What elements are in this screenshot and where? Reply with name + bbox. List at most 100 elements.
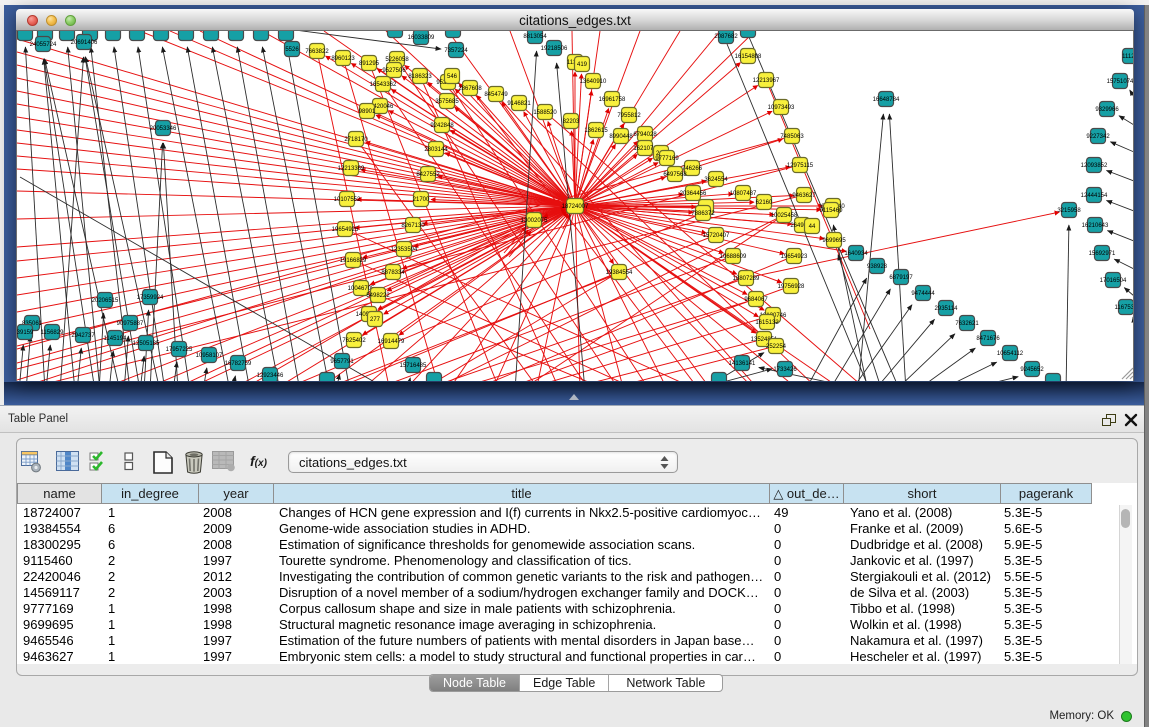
svg-text:12444154: 12444154: [1081, 193, 1108, 199]
svg-text:2718170: 2718170: [344, 137, 368, 143]
svg-text:8471676: 8471676: [976, 336, 1000, 342]
svg-text:17957225: 17957225: [166, 347, 193, 353]
svg-text:9657791: 9657791: [330, 359, 354, 365]
svg-text:9527506: 9527506: [382, 68, 406, 74]
svg-text:24055724: 24055724: [30, 42, 57, 48]
svg-text:277: 277: [370, 317, 381, 323]
svg-text:12505185: 12505185: [133, 341, 160, 347]
svg-text:8960123: 8960123: [331, 56, 355, 62]
svg-text:15720407: 15720407: [703, 233, 730, 239]
svg-text:9242848: 9242848: [430, 123, 454, 129]
svg-text:9329966: 9329966: [1095, 107, 1119, 113]
svg-text:7663822: 7663822: [305, 49, 329, 55]
svg-text:7357224: 7357224: [444, 48, 468, 54]
svg-text:2942737: 2942737: [71, 333, 95, 339]
svg-text:419: 419: [577, 62, 588, 68]
svg-text:10107552: 10107552: [334, 197, 361, 203]
svg-text:9146821: 9146821: [507, 101, 531, 107]
svg-text:16543362: 16543362: [370, 82, 397, 88]
svg-text:8990448: 8990448: [609, 134, 633, 140]
svg-text:19654923: 19654923: [781, 254, 808, 260]
svg-text:1640934: 1640934: [844, 251, 868, 257]
svg-text:98901: 98901: [359, 109, 376, 115]
svg-text:8186323: 8186323: [408, 74, 432, 80]
svg-text:18724007: 18724007: [562, 204, 589, 210]
svg-text:19218506: 19218506: [541, 46, 568, 52]
svg-text:39159: 39159: [17, 330, 34, 336]
svg-text:62160: 62160: [756, 200, 773, 206]
svg-text:9474444: 9474444: [911, 291, 935, 297]
svg-text:6879197: 6879197: [889, 275, 913, 281]
svg-text:15751074: 15751074: [1107, 79, 1133, 85]
svg-text:8813054: 8813054: [523, 34, 547, 40]
svg-text:12213369: 12213369: [338, 166, 365, 172]
svg-text:5498222: 5498222: [366, 293, 390, 299]
svg-text:5526: 5526: [285, 47, 299, 53]
svg-text:90975887: 90975887: [117, 321, 144, 327]
svg-text:252254: 252254: [766, 344, 787, 350]
svg-text:9115460: 9115460: [820, 208, 844, 214]
svg-text:10688609: 10688609: [720, 254, 747, 260]
svg-text:9227342: 9227342: [1086, 134, 1110, 140]
svg-text:7886372: 7886372: [691, 211, 715, 217]
svg-text:16033809: 16033809: [408, 35, 435, 41]
svg-text:20206515: 20206515: [92, 298, 119, 304]
svg-text:3575685: 3575685: [435, 99, 459, 105]
svg-text:8454749: 8454749: [484, 92, 508, 98]
svg-text:1156829: 1156829: [41, 330, 65, 336]
svg-text:19654925: 19654925: [332, 227, 359, 233]
svg-text:12975115: 12975115: [787, 163, 814, 169]
svg-text:7955812: 7955812: [617, 113, 641, 119]
svg-text:82203: 82203: [563, 119, 580, 125]
svg-text:1733426: 1733426: [773, 367, 797, 373]
svg-text:19756928: 19756928: [778, 284, 805, 290]
svg-text:7625402: 7625402: [342, 338, 366, 344]
svg-text:19166829: 19166829: [340, 258, 367, 264]
svg-text:1145194: 1145194: [104, 336, 128, 342]
svg-text:12353594: 12353594: [391, 247, 418, 253]
svg-text:9463627: 9463627: [792, 193, 816, 199]
svg-text:13002075: 13002075: [521, 218, 548, 224]
svg-text:9699695: 9699695: [822, 238, 846, 244]
svg-text:16782759: 16782759: [225, 361, 252, 367]
svg-text:891295: 891295: [359, 61, 380, 67]
svg-text:8878334: 8878334: [381, 270, 405, 276]
svg-text:20691406: 20691406: [71, 40, 98, 46]
svg-text:6497568: 6497568: [663, 172, 687, 178]
svg-text:10958107: 10958107: [196, 353, 223, 359]
svg-text:7485063: 7485063: [780, 134, 804, 140]
svg-text:7632621: 7632621: [955, 321, 979, 327]
svg-text:13640910: 13640910: [580, 79, 607, 85]
svg-text:17359924: 17359924: [137, 295, 164, 301]
svg-text:15716485: 15716485: [400, 363, 427, 369]
svg-text:16914479: 16914479: [378, 339, 405, 345]
svg-text:16961758: 16961758: [599, 97, 626, 103]
svg-text:1362615: 1362615: [584, 128, 608, 134]
svg-text:20364456: 20364456: [680, 191, 707, 197]
svg-text:10654112: 10654112: [997, 351, 1024, 357]
svg-text:2087682: 2087682: [714, 34, 738, 40]
svg-text:12213967: 12213967: [753, 78, 780, 84]
svg-text:1167533: 1167533: [1115, 305, 1133, 311]
svg-text:19384554: 19384554: [606, 270, 633, 276]
svg-text:17016504: 17016504: [1100, 278, 1127, 284]
svg-text:10973493: 10973493: [768, 105, 795, 111]
svg-text:9777169: 9777169: [655, 156, 679, 162]
svg-text:8427552: 8427552: [416, 172, 440, 178]
svg-text:2803144: 2803144: [424, 147, 448, 153]
svg-text:21700: 21700: [413, 197, 430, 203]
svg-text:20053346: 20053346: [150, 126, 177, 132]
svg-text:14136141: 14136141: [729, 361, 756, 367]
svg-text:1615132: 1615132: [755, 320, 779, 326]
svg-text:16648784: 16648784: [873, 97, 900, 103]
svg-text:938928: 938928: [867, 264, 888, 270]
svg-text:16210643: 16210643: [1082, 223, 1109, 229]
svg-text:11123: 11123: [1122, 54, 1133, 60]
svg-text:546: 546: [447, 74, 458, 80]
svg-text:16154808: 16154808: [735, 54, 762, 60]
svg-text:3624554: 3624554: [704, 177, 728, 183]
svg-text:15692971: 15692971: [1089, 251, 1116, 257]
svg-text:12093852: 12093852: [1081, 163, 1108, 169]
svg-text:6794028: 6794028: [633, 132, 657, 138]
svg-text:9245652: 9245652: [1020, 367, 1044, 373]
